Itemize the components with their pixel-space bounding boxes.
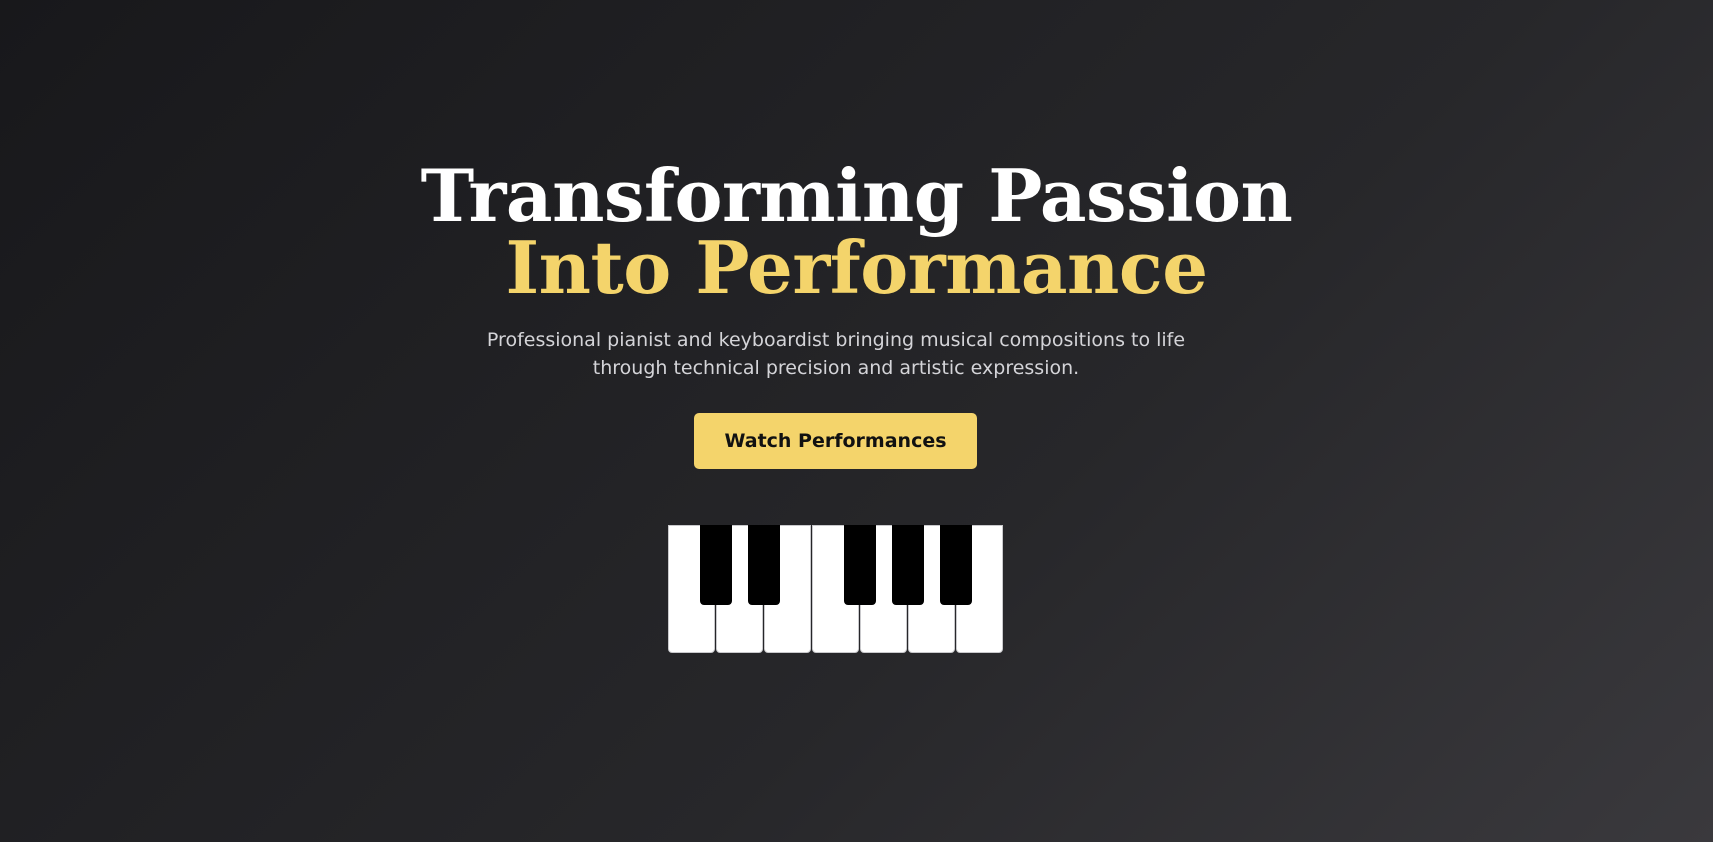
piano-keyboard-illustration bbox=[668, 525, 1004, 653]
piano-black-key bbox=[892, 525, 924, 605]
hero-section: Transforming Passion Into Performance Pr… bbox=[0, 0, 1713, 842]
hero-subtitle: Professional pianist and keyboardist bri… bbox=[456, 326, 1216, 382]
watch-performances-button[interactable]: Watch Performances bbox=[694, 413, 977, 469]
hero-title-line-2: Into Performance bbox=[505, 225, 1208, 310]
piano-black-key bbox=[940, 525, 972, 605]
piano-black-key bbox=[700, 525, 732, 605]
hero-subtitle-line-2: through technical precision and artistic… bbox=[592, 357, 1080, 379]
hero-subtitle-line-1: Professional pianist and keyboardist bri… bbox=[486, 329, 1186, 351]
piano-black-key bbox=[748, 525, 780, 605]
piano-black-key bbox=[844, 525, 876, 605]
hero-title-line-1: Transforming Passion bbox=[420, 153, 1293, 238]
